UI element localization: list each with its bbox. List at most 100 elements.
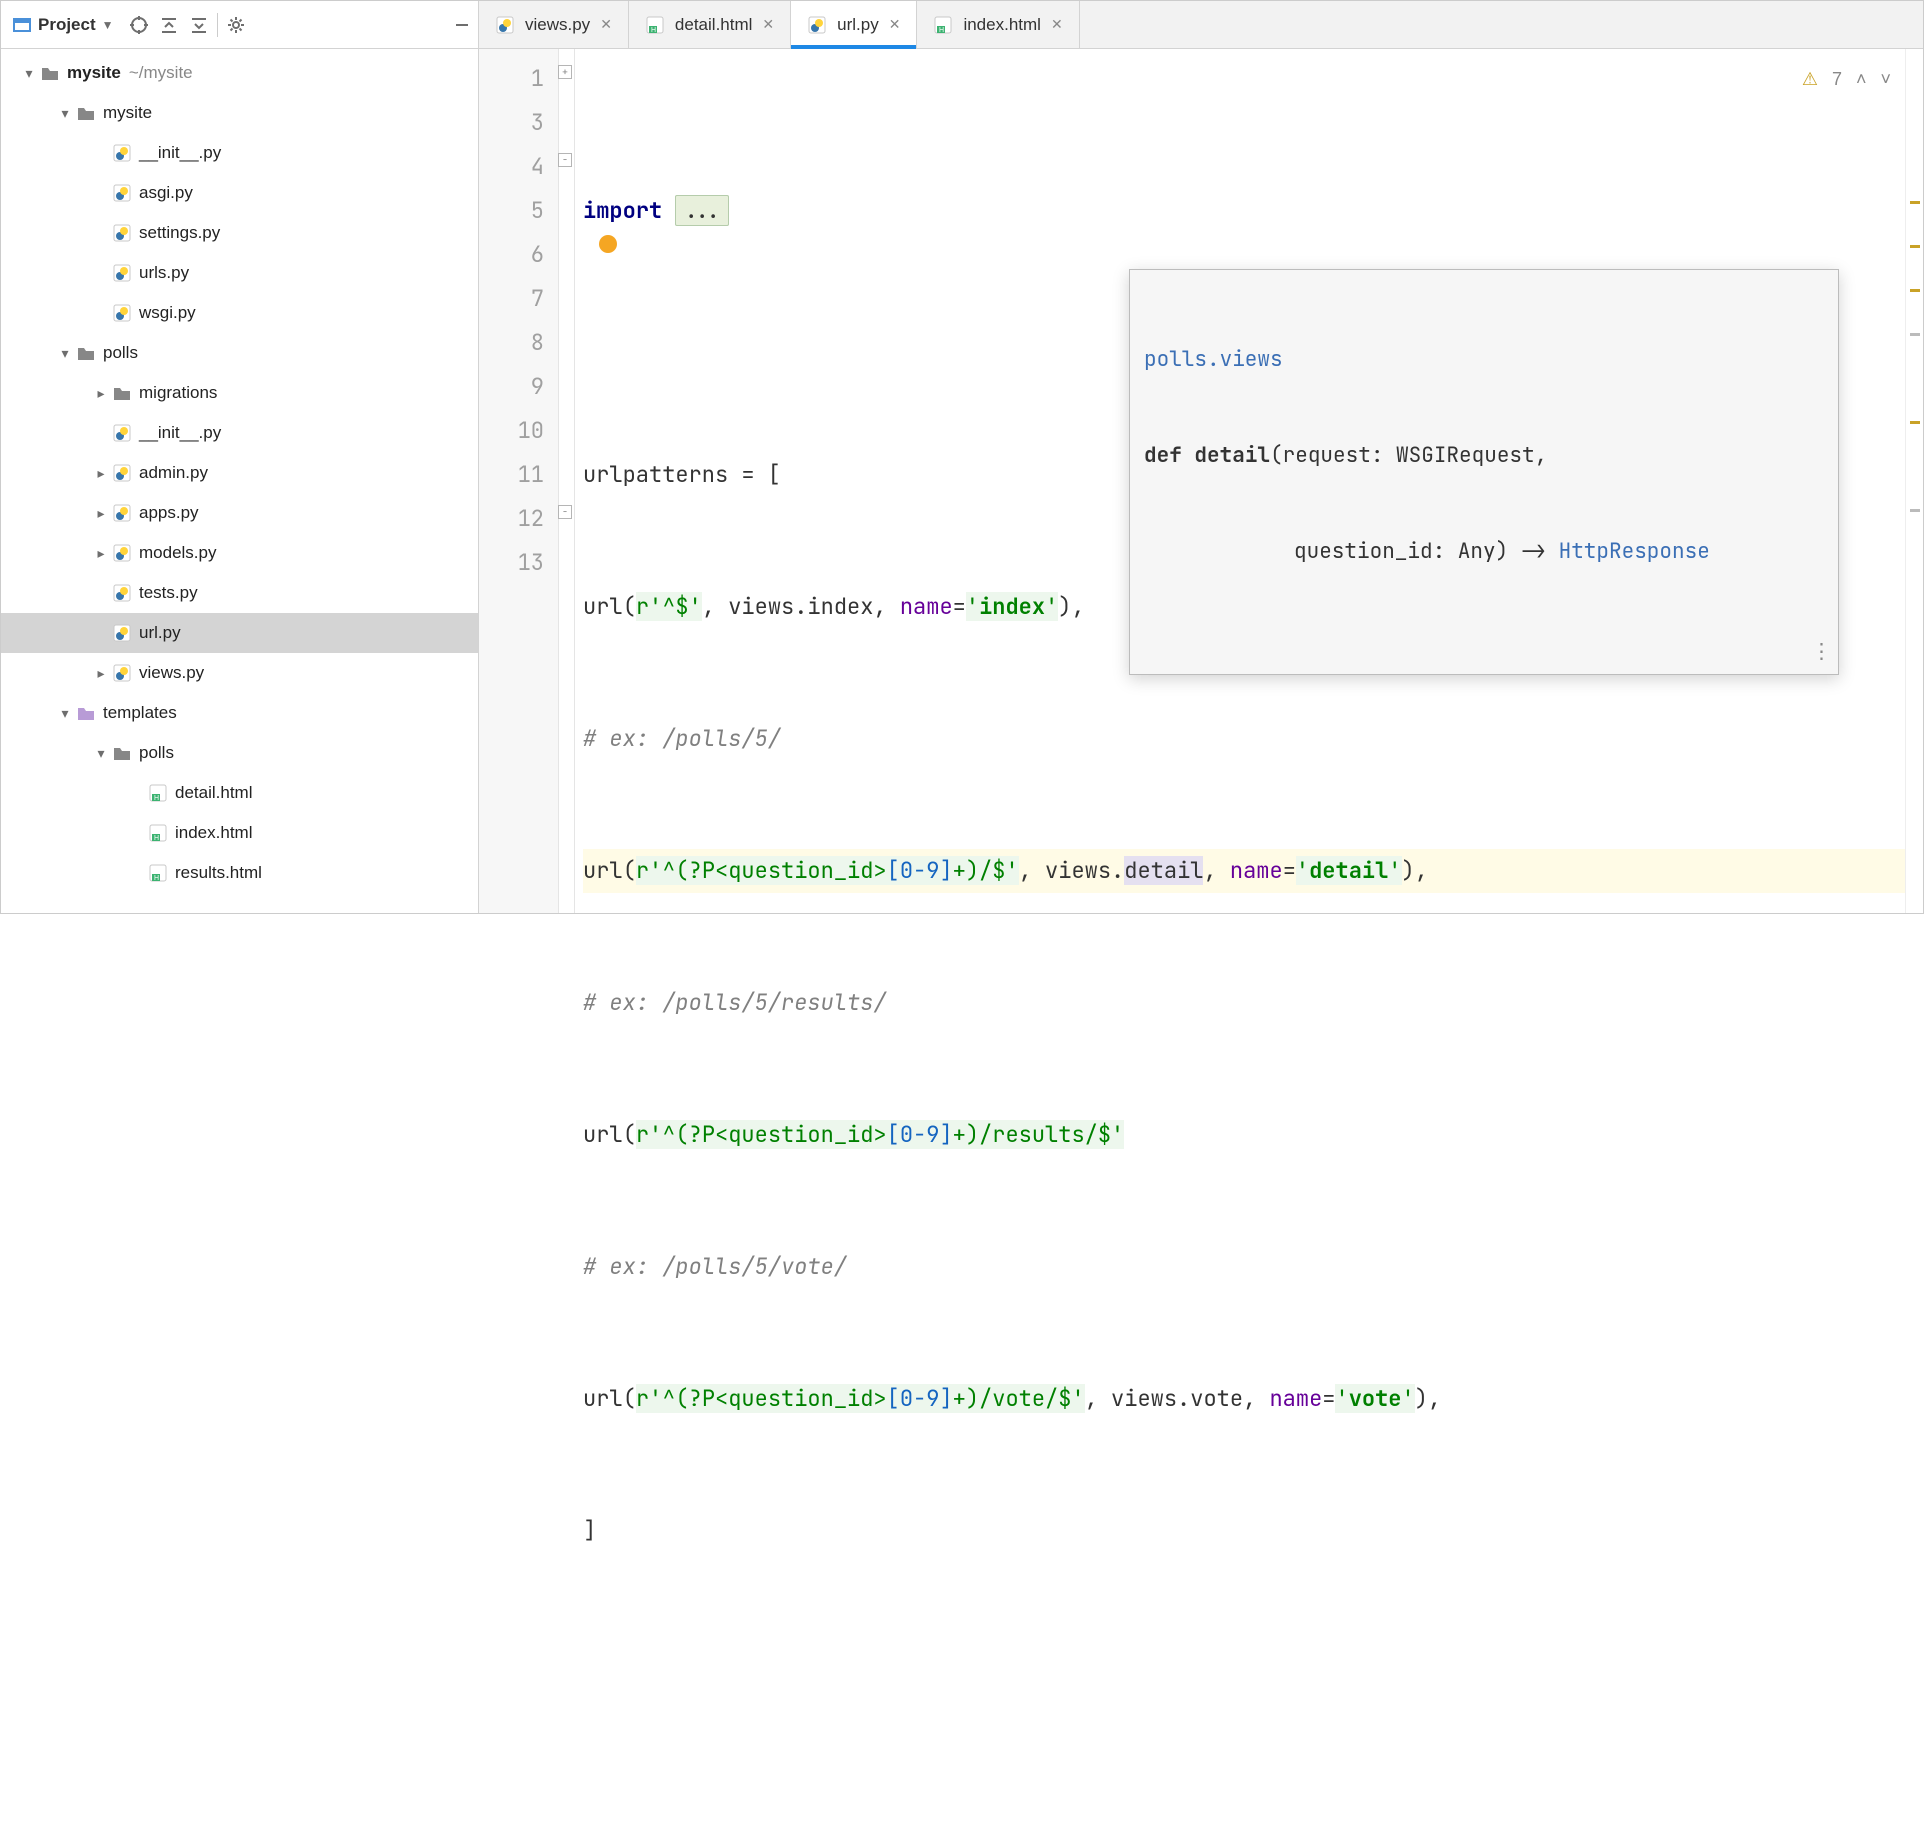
chevron-up-icon[interactable]: ˄ (1856, 57, 1867, 101)
tree-item-wsgi-py[interactable]: wsgi.py (1, 293, 478, 333)
tree-item-label: wsgi.py (139, 303, 196, 323)
tree-item-mysite[interactable]: ▾mysite (1, 93, 478, 133)
tree-item-settings-py[interactable]: settings.py (1, 213, 478, 253)
code-comment: # ex: /polls/5/results/ (583, 988, 887, 1017)
svg-text:H: H (154, 795, 159, 802)
tree-item-label: polls (139, 743, 174, 763)
tree-item-label: detail.html (175, 783, 252, 803)
quick-documentation-popup[interactable]: polls.views def detail(request: WSGIRequ… (1129, 269, 1839, 675)
code-content[interactable]: import ... urlpatterns = [ url(r'^$', vi… (575, 49, 1905, 913)
hovered-identifier[interactable]: detail (1124, 856, 1203, 885)
tree-item-templates[interactable]: ▾ templates (1, 693, 478, 733)
settings-icon[interactable] (224, 13, 248, 37)
toolbar-divider (217, 13, 218, 37)
tree-item-urls-py[interactable]: urls.py (1, 253, 478, 293)
tree-arrow-icon[interactable]: ▸ (91, 505, 111, 522)
tree-item-label: models.py (139, 543, 216, 563)
tree-item-models-py[interactable]: ▸ models.py (1, 533, 478, 573)
folded-region[interactable]: ... (675, 195, 729, 226)
py-icon (111, 422, 133, 444)
folder-icon (111, 382, 133, 404)
error-stripe[interactable] (1905, 49, 1923, 913)
close-icon[interactable]: ✕ (600, 16, 612, 33)
fold-gutter[interactable]: + − − (559, 49, 575, 913)
collapse-all-icon[interactable] (187, 13, 211, 37)
doc-return-type: HttpResponse (1559, 538, 1710, 565)
editor-tabbar: views.py✕Hdetail.html✕url.py✕Hindex.html… (479, 1, 1923, 49)
editor-tab-detail-html[interactable]: Hdetail.html✕ (629, 1, 791, 48)
editor-tab-url-py[interactable]: url.py ✕ (791, 1, 917, 48)
tree-item-polls[interactable]: ▾ polls (1, 733, 478, 773)
line-number: 4 (479, 145, 544, 189)
warning-mark[interactable] (1910, 201, 1920, 204)
folder-icon (39, 62, 61, 84)
tree-arrow-icon[interactable]: ▸ (91, 465, 111, 482)
tree-arrow-icon[interactable]: ▾ (55, 105, 75, 122)
tree-item-label: admin.py (139, 463, 208, 483)
tree-item--init-py[interactable]: __init__.py (1, 133, 478, 173)
code-editor[interactable]: 1345678910111213 + − − import ... urlpat… (479, 49, 1923, 913)
tree-item-label: apps.py (139, 503, 199, 523)
tree-item-asgi-py[interactable]: asgi.py (1, 173, 478, 213)
tree-item-mysite[interactable]: ▾mysite~/mysite (1, 53, 478, 93)
editor-tab-index-html[interactable]: Hindex.html✕ (917, 1, 1079, 48)
html-icon: H (645, 15, 665, 35)
minimize-icon[interactable] (450, 13, 474, 37)
project-view-selector[interactable]: Project ▼ (5, 12, 121, 38)
tree-item-label: views.py (139, 663, 204, 683)
inspection-widget[interactable]: ⚠ 7 ˄ ˅ (1802, 57, 1891, 101)
py-icon (111, 462, 133, 484)
tree-item--init-py[interactable]: __init__.py (1, 413, 478, 453)
tree-arrow-icon[interactable]: ▸ (91, 385, 111, 402)
close-icon[interactable]: ✕ (889, 16, 901, 33)
tree-item-url-py[interactable]: url.py (1, 613, 478, 653)
line-number: 13 (479, 541, 544, 585)
tree-arrow-icon[interactable]: ▾ (91, 745, 111, 762)
folder-icon (75, 102, 97, 124)
info-mark[interactable] (1910, 509, 1920, 512)
code-token: url( (583, 592, 636, 621)
info-mark[interactable] (1910, 333, 1920, 336)
tree-item-polls[interactable]: ▾polls (1, 333, 478, 373)
tree-item-apps-py[interactable]: ▸ apps.py (1, 493, 478, 533)
tree-item-views-py[interactable]: ▸ views.py (1, 653, 478, 693)
chevron-down-icon[interactable]: ˅ (1880, 57, 1891, 101)
locate-file-icon[interactable] (127, 13, 151, 37)
warning-mark[interactable] (1910, 245, 1920, 248)
expand-all-icon[interactable] (157, 13, 181, 37)
svg-text:H: H (651, 27, 656, 34)
svg-text:H: H (154, 875, 159, 882)
tab-label: url.py (837, 15, 879, 35)
fold-collapse-icon[interactable]: − (558, 153, 572, 167)
close-icon[interactable]: ✕ (1051, 16, 1063, 33)
tree-arrow-icon[interactable]: ▾ (19, 65, 39, 82)
tree-item-admin-py[interactable]: ▸ admin.py (1, 453, 478, 493)
line-number: 5 (479, 189, 544, 233)
warning-mark[interactable] (1910, 289, 1920, 292)
tree-arrow-icon[interactable]: ▾ (55, 705, 75, 722)
tree-arrow-icon[interactable]: ▸ (91, 545, 111, 562)
editor-tab-views-py[interactable]: views.py✕ (479, 1, 629, 48)
tree-item-label: templates (103, 703, 177, 723)
tree-item-detail-html[interactable]: Hdetail.html (1, 773, 478, 813)
tree-arrow-icon[interactable]: ▸ (91, 665, 111, 682)
tree-item-tests-py[interactable]: tests.py (1, 573, 478, 613)
close-icon[interactable]: ✕ (762, 16, 774, 33)
fold-collapse-icon[interactable]: − (558, 505, 572, 519)
code-comment: # ex: /polls/5/vote/ (583, 1252, 847, 1281)
tree-item-results-html[interactable]: Hresults.html (1, 853, 478, 893)
warning-mark[interactable] (1910, 421, 1920, 424)
tree-arrow-icon[interactable]: ▾ (55, 345, 75, 362)
intention-bulb-icon[interactable] (599, 235, 617, 253)
doc-package: polls.views (1144, 346, 1283, 373)
more-icon[interactable]: ⋮ (1811, 636, 1832, 668)
tree-item-migrations[interactable]: ▸migrations (1, 373, 478, 413)
line-number: 1 (479, 57, 544, 101)
py-icon (111, 622, 133, 644)
py-icon (111, 662, 133, 684)
warning-count: 7 (1832, 57, 1842, 101)
fold-expand-icon[interactable]: + (558, 65, 572, 79)
project-tree[interactable]: ▾mysite~/mysite▾mysite__init__.pyasgi.py… (1, 49, 478, 913)
code-token: urlpatterns = [ (583, 460, 781, 489)
tree-item-index-html[interactable]: Hindex.html (1, 813, 478, 853)
